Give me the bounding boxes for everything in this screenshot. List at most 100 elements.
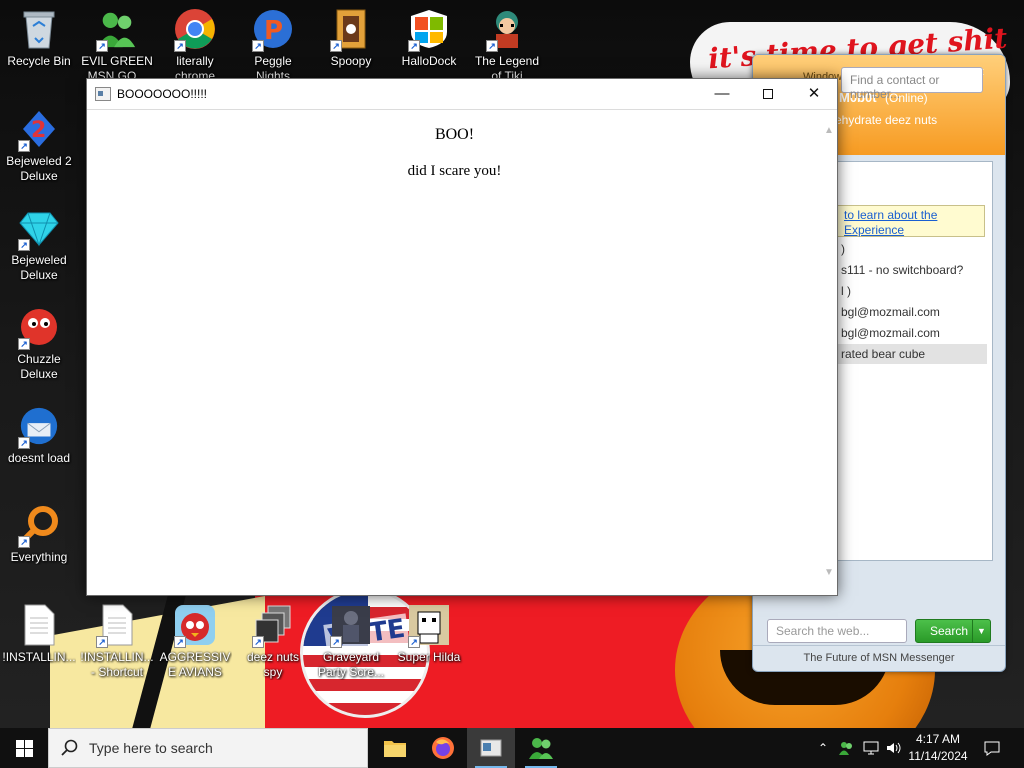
popup-scrollbar[interactable]: ▲ ▼	[821, 111, 837, 595]
desktop-icon-chuzzle[interactable]: ↗ Chuzzle Deluxe	[2, 306, 76, 382]
windows-logo-icon: ↗	[408, 8, 450, 52]
minimize-button[interactable]: —	[699, 79, 745, 110]
shortcut-arrow-icon: ↗	[18, 536, 30, 548]
scroll-up-icon[interactable]: ▲	[823, 125, 835, 137]
clock-time: 4:17 AM	[915, 732, 961, 746]
bejeweled2-icon: 2 ↗	[18, 108, 60, 152]
desktop-icon-legend-of-tiki[interactable]: ↗ The Legend of Tiki	[470, 8, 544, 84]
start-button[interactable]	[0, 728, 48, 768]
msn-buddy-icon	[529, 738, 553, 759]
msn-contact-item[interactable]: )	[837, 239, 987, 259]
msn-search-button[interactable]: Search ▼	[915, 619, 991, 643]
clock-date: 11/14/2024	[908, 749, 968, 763]
taskbar-file-explorer[interactable]	[371, 728, 419, 768]
taskbar-msn[interactable]	[517, 728, 565, 768]
desktop-icon-label: Everything	[10, 550, 68, 564]
notification-glyph	[984, 741, 1000, 756]
desktop-icon-everything[interactable]: ↗ Everything	[2, 504, 76, 565]
boo-popup-window[interactable]: BOOOOOOO!!!!! — ✕ BOO! did I scare you! …	[86, 78, 838, 596]
desktop-icon-installin[interactable]: !INSTALLIN...	[2, 604, 76, 665]
desktop-icon-label: !INSTALLIN... - Shortcut	[80, 650, 154, 679]
shortcut-arrow-icon: ↗	[330, 40, 342, 52]
msn-contact-item[interactable]: s111 - no switchboard?	[837, 260, 987, 280]
taskbar-clock[interactable]: 4:17 AM 11/14/2024	[906, 731, 970, 765]
close-button[interactable]: ✕	[791, 79, 837, 110]
msn-contact-search-input[interactable]: Find a contact or number...	[841, 67, 983, 101]
desktop-icon-spoopy[interactable]: ↗ Spoopy	[314, 8, 388, 69]
search-icon	[61, 739, 78, 756]
shortcut-arrow-icon: ↗	[18, 140, 30, 152]
maximize-button[interactable]	[745, 79, 791, 110]
network-glyph	[863, 741, 879, 755]
desktop-icon-label: Super Hilda	[397, 650, 461, 664]
desktop-icon-doesnt-load[interactable]: ↗ doesnt load	[2, 405, 76, 466]
recycle-bin-icon	[18, 8, 60, 50]
desktop-icon-graveyard-party[interactable]: ↗ Graveyard Party Scre...	[314, 604, 388, 680]
desktop-icon-label: Bejeweled 2 Deluxe	[6, 154, 72, 183]
shortcut-arrow-icon: ↗	[96, 636, 108, 648]
msn-web-search-input[interactable]: Search the web...	[767, 619, 907, 643]
taskbar-search-placeholder: Type here to search	[89, 740, 213, 756]
desktop-icon-label: !INSTALLIN...	[2, 650, 76, 664]
taskbar-search-box[interactable]: Type here to search	[48, 728, 368, 768]
desktop-icon-evil-green-msn[interactable]: ↗ EVIL GREEN MSN GO...	[80, 8, 154, 84]
shortcut-arrow-icon: ↗	[18, 338, 30, 350]
spoopy-icon: ↗	[330, 8, 372, 52]
taskbar-firefox[interactable]	[419, 728, 467, 768]
desktop-icon-label: Chuzzle Deluxe	[17, 352, 61, 381]
diamond-icon: ↗	[18, 207, 60, 251]
document-icon: ↗	[96, 604, 138, 648]
firefox-icon	[432, 737, 454, 759]
shortcut-arrow-icon: ↗	[18, 437, 30, 449]
tiki-icon: ↗	[486, 8, 528, 52]
msn-footer: The Future of MSN Messenger	[753, 645, 1005, 671]
desktop-icon-label: Graveyard Party Scre...	[317, 650, 385, 679]
msn-notice-link[interactable]: to learn about the Experience	[837, 205, 985, 237]
desktop-icon-installin-shortcut[interactable]: ↗ !INSTALLIN... - Shortcut	[80, 604, 154, 680]
action-center-icon[interactable]	[980, 728, 1004, 768]
msn-contact-item[interactable]: rated bear cube	[837, 344, 987, 364]
shortcut-arrow-icon: ↗	[408, 40, 420, 52]
svg-text:P: P	[264, 16, 283, 46]
show-hidden-icons-chevron-up-icon[interactable]: ⌃	[814, 728, 832, 768]
desktop-icon-deez-nuts-spy[interactable]: ↗ deez nuts spy	[236, 604, 310, 680]
desktop-icon-peggle-nights[interactable]: P ↗ Peggle Nights Deluxe	[236, 8, 310, 84]
desktop-icon-label: Recycle Bin	[7, 54, 71, 68]
msn-contact-item[interactable]: bgl@mozmail.com	[837, 302, 987, 322]
popup-app-icon	[480, 739, 502, 757]
peggle-icon: P ↗	[252, 8, 294, 52]
angry-bird-icon: ↗	[174, 604, 216, 648]
desktop-icon-bejeweled-2[interactable]: 2 ↗ Bejeweled 2 Deluxe	[2, 108, 76, 184]
svg-text:2: 2	[31, 118, 46, 143]
shortcut-arrow-icon: ↗	[96, 40, 108, 52]
tray-msn-icon[interactable]	[836, 728, 856, 768]
desktop-icon-aggressive-avians[interactable]: ↗ AGGRESSIVE AVIANS	[158, 604, 232, 680]
shortcut-arrow-icon: ↗	[330, 636, 342, 648]
desktop-icon-label: Bejeweled Deluxe	[11, 253, 67, 282]
desktop-icon-hallodock[interactable]: ↗ HalloDock	[392, 8, 466, 69]
chevron-down-icon[interactable]: ▼	[972, 620, 990, 642]
desktop-icon-label: Spoopy	[330, 54, 372, 68]
chuzzle-icon: ↗	[18, 306, 60, 350]
desktop-icon-literally-chrome[interactable]: ↗ literally chrome	[158, 8, 232, 84]
popup-heading: BOO!	[434, 126, 475, 143]
popup-titlebar[interactable]: BOOOOOOO!!!!! — ✕	[87, 79, 837, 110]
document-icon	[18, 604, 60, 646]
taskbar-popup-app[interactable]	[467, 728, 515, 768]
volume-icon[interactable]	[884, 728, 904, 768]
msn-search-button-label: Search	[930, 624, 969, 638]
desktop-icon-super-hilda[interactable]: ↗ Super Hilda	[392, 604, 466, 665]
msn-contact-item[interactable]: l )	[837, 281, 987, 301]
scroll-down-icon[interactable]: ▼	[823, 567, 835, 579]
desktop-icon-label: doesnt load	[7, 451, 71, 465]
shortcut-arrow-icon: ↗	[174, 40, 186, 52]
file-explorer-icon	[384, 741, 406, 757]
network-icon[interactable]	[860, 728, 882, 768]
windows-start-icon	[15, 739, 33, 757]
desktop-icon-recycle-bin[interactable]: Recycle Bin	[2, 8, 76, 69]
everything-search-icon: ↗	[18, 504, 60, 548]
desktop-icon-bejeweled[interactable]: ↗ Bejeweled Deluxe	[2, 207, 76, 283]
hilda-icon: ↗	[408, 604, 450, 648]
msn-contact-item[interactable]: bgl@mozmail.com	[837, 323, 987, 343]
msn-personal-message[interactable]: ehydrate deez nuts	[835, 113, 937, 127]
